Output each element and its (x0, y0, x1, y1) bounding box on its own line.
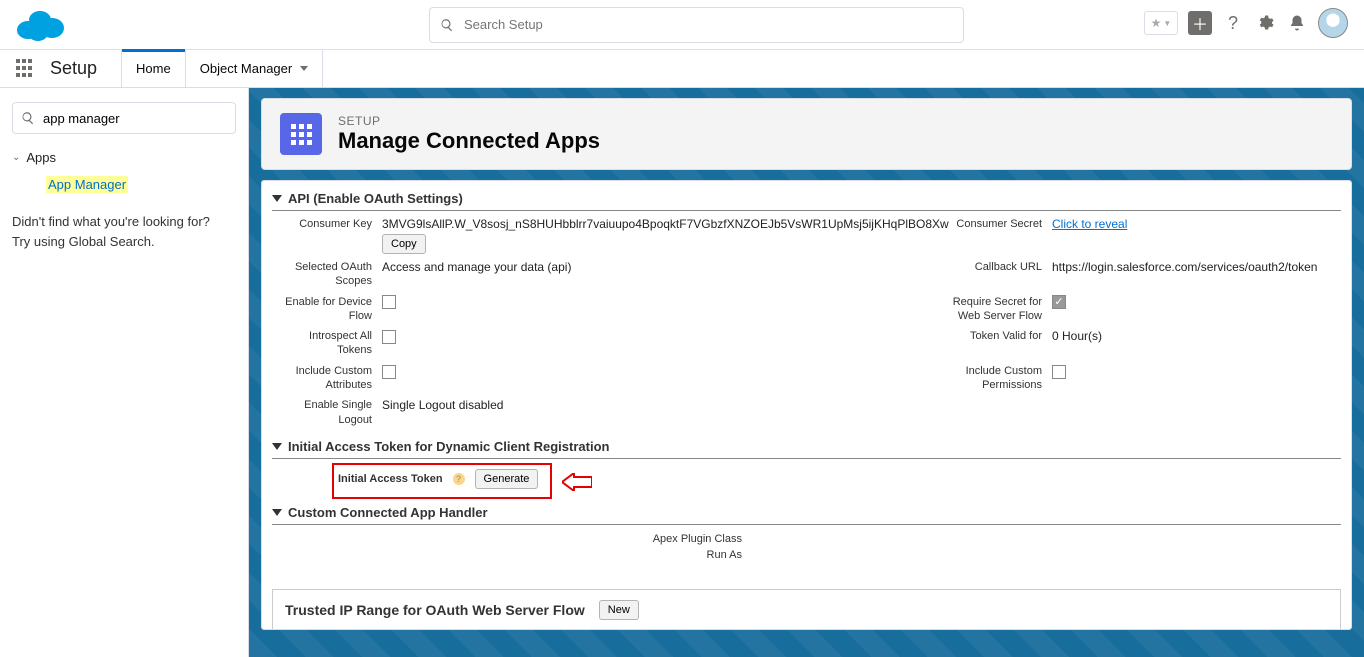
section-header-api-label: API (Enable OAuth Settings) (288, 191, 463, 206)
consumer-key-text: 3MVG9lsAllP.W_V8sosj_nS8HUHbblrr7vaiuupo… (382, 217, 949, 231)
callback-value: https://login.salesforce.com/services/oa… (1048, 260, 1341, 289)
run-as-label: Run As (272, 547, 742, 563)
callback-label: Callback URL (938, 260, 1048, 289)
detail-card: API (Enable OAuth Settings) Consumer Key… (261, 180, 1352, 630)
reveal-secret-link[interactable]: Click to reveal (1052, 217, 1127, 231)
include-custom-perm-label: Include Custom Permissions (938, 364, 1048, 393)
device-flow-label: Enable for Device Flow (272, 295, 378, 324)
copy-button[interactable]: Copy (382, 234, 426, 254)
scopes-value: Access and manage your data (api) (378, 260, 938, 289)
setup-gear-icon[interactable] (1254, 12, 1276, 34)
tree-node-app-manager-label: App Manager (46, 176, 128, 193)
main-content-area: SETUP Manage Connected Apps API (Enable … (249, 88, 1364, 657)
api-field-grid: Consumer Key 3MVG9lsAllP.W_V8sosj_nS8HUH… (272, 211, 1341, 433)
token-valid-label: Token Valid for (938, 329, 1048, 358)
scopes-label: Selected OAuth Scopes (272, 260, 378, 289)
tab-home[interactable]: Home (121, 50, 186, 88)
single-logout-value: Single Logout disabled (378, 398, 938, 427)
new-trusted-ip-button[interactable]: New (599, 600, 639, 620)
app-launcher-icon[interactable] (16, 59, 36, 79)
salesforce-logo (16, 8, 64, 42)
notifications-icon[interactable] (1286, 12, 1308, 34)
consumer-key-label: Consumer Key (272, 217, 378, 254)
include-custom-attr-label: Include Custom Attributes (272, 364, 378, 393)
tree-node-apps[interactable]: ⌄ Apps (12, 150, 236, 165)
help-icon[interactable]: ? (1222, 12, 1244, 34)
user-avatar[interactable] (1318, 8, 1348, 38)
no-results-help-text: Didn't find what you're looking for? Try… (12, 212, 236, 251)
tab-object-manager[interactable]: Object Manager (186, 50, 324, 88)
tab-object-manager-label: Object Manager (200, 61, 293, 76)
collapse-icon (272, 509, 282, 516)
section-header-api[interactable]: API (Enable OAuth Settings) (272, 185, 1341, 211)
trusted-ip-title: Trusted IP Range for OAuth Web Server Fl… (285, 602, 585, 618)
app-name-label: Setup (50, 58, 97, 79)
collapse-icon (272, 195, 282, 202)
single-logout-label: Enable Single Logout (272, 398, 378, 427)
header-utility-bar: ★▼ ＋ ? (1144, 8, 1348, 38)
sidebar-quick-find-input[interactable] (43, 111, 227, 126)
setup-sidebar: ⌄ Apps App Manager Didn't find what you'… (0, 88, 249, 657)
require-secret-label: Require Secret for Web Server Flow (938, 295, 1048, 324)
require-secret-checkbox (1052, 295, 1066, 309)
include-custom-attr-checkbox (382, 365, 396, 379)
trusted-ip-header: Trusted IP Range for OAuth Web Server Fl… (273, 590, 1340, 630)
annotation-arrow-icon (562, 473, 592, 491)
collapse-icon (272, 443, 282, 450)
consumer-key-value: 3MVG9lsAllP.W_V8sosj_nS8HUHbblrr7vaiuupo… (378, 217, 938, 254)
no-results-line2: Try using Global Search. (12, 232, 236, 252)
global-header: ★▼ ＋ ? (0, 0, 1364, 50)
search-icon (440, 18, 454, 32)
trusted-ip-list: Trusted IP Range for OAuth Web Server Fl… (272, 589, 1341, 630)
page-header-eyebrow: SETUP (338, 114, 600, 128)
no-results-line1: Didn't find what you're looking for? (12, 212, 236, 232)
introspect-checkbox (382, 330, 396, 344)
initial-token-label: Initial Access Token (338, 473, 443, 485)
page-header-app-icon (280, 113, 322, 155)
favorites-button[interactable]: ★▼ (1144, 11, 1178, 35)
introspect-label: Introspect All Tokens (272, 329, 378, 358)
chevron-down-icon: ⌄ (12, 152, 20, 163)
sidebar-quick-find[interactable] (12, 102, 236, 134)
section-header-handler-label: Custom Connected App Handler (288, 505, 488, 520)
section-header-initial-token[interactable]: Initial Access Token for Dynamic Client … (272, 433, 1341, 459)
global-search-input[interactable] (464, 17, 953, 32)
context-nav-bar: Setup Home Object Manager (0, 50, 1364, 88)
tree-node-app-manager[interactable]: App Manager (46, 177, 236, 192)
initial-token-row: Initial Access Token ? Generate (272, 459, 1341, 499)
help-icon[interactable]: ? (453, 473, 465, 485)
page-header: SETUP Manage Connected Apps (261, 98, 1352, 170)
token-valid-value: 0 Hour(s) (1048, 329, 1341, 358)
include-custom-perm-checkbox (1052, 365, 1066, 379)
search-icon (21, 111, 35, 125)
apex-plugin-label: Apex Plugin Class (272, 531, 742, 547)
generate-button[interactable]: Generate (475, 469, 539, 489)
handler-field-grid: Apex Plugin Class Run As (272, 525, 1341, 569)
consumer-secret-label: Consumer Secret (938, 217, 1048, 254)
section-header-handler[interactable]: Custom Connected App Handler (272, 499, 1341, 525)
global-actions-button[interactable]: ＋ (1188, 11, 1212, 35)
section-header-initial-token-label: Initial Access Token for Dynamic Client … (288, 439, 609, 454)
global-search[interactable] (429, 7, 964, 43)
chevron-down-icon (300, 66, 308, 71)
tree-node-apps-label: Apps (26, 150, 56, 165)
page-title: Manage Connected Apps (338, 128, 600, 154)
device-flow-checkbox (382, 295, 396, 309)
